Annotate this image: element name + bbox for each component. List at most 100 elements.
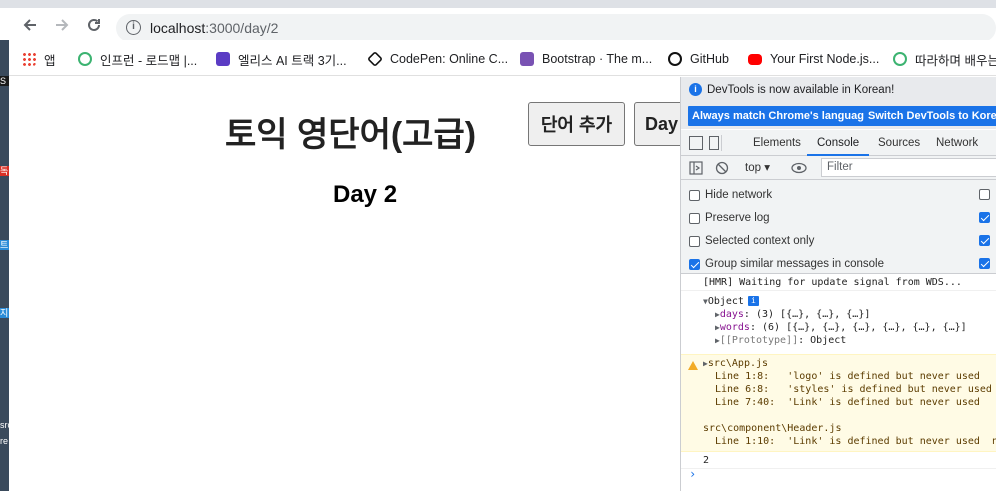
console-setting-row[interactable]: Preserve log bbox=[689, 210, 770, 226]
setting-label: Group similar messages in console bbox=[705, 258, 884, 270]
setting-checkbox[interactable] bbox=[689, 189, 700, 201]
prototype-property[interactable]: ▶[[Prototype]]: Object bbox=[715, 335, 846, 346]
console-setting-row[interactable]: Selected context only bbox=[689, 233, 814, 249]
desktop-edge: S 독트지 src re bbox=[0, 40, 9, 491]
words-property[interactable]: ▶words: (6) [{…}, {…}, {…}, {…}, {…}, {…… bbox=[715, 322, 967, 333]
setting-label: Hide network bbox=[705, 189, 773, 201]
desktop-icon-label: src bbox=[0, 420, 9, 430]
words-value: (6) [{…}, {…}, {…}, {…}, {…}, {…}] bbox=[755, 322, 967, 333]
setting-label: Preserve log bbox=[705, 212, 770, 224]
add-day-button[interactable]: Day bbox=[634, 102, 680, 146]
bookmark-item[interactable]: Your First Node.js... bbox=[748, 50, 879, 68]
tab-elements[interactable]: Elements bbox=[743, 130, 811, 156]
console-setting-row[interactable]: Hide network bbox=[689, 187, 772, 203]
days-key: days bbox=[719, 309, 744, 320]
match-language-button[interactable]: Always match Chrome's language bbox=[688, 106, 875, 126]
bookmark-label: CodePen: Online C... bbox=[390, 52, 509, 66]
web-page: 토익 영단어(고급) 단어 추가 Day Day 2 bbox=[9, 77, 680, 491]
reload-icon[interactable] bbox=[82, 16, 106, 38]
bookmark-label: GitHub bbox=[690, 52, 729, 66]
warning-line: Line 1:10: 'Link' is defined but never u… bbox=[715, 436, 996, 447]
codepen-icon bbox=[367, 51, 383, 67]
language-message-text: DevTools is now available in Korean! bbox=[707, 83, 895, 96]
bookmark-label: 따라하며 배우는 bbox=[915, 53, 996, 68]
setting-label: Selected context only bbox=[705, 235, 815, 247]
desktop-icon-label: 독 bbox=[0, 166, 9, 176]
days-value: (3) [{…}, {…}, {…}] bbox=[749, 309, 871, 320]
live-expression-eye-icon[interactable] bbox=[791, 162, 807, 174]
bookmark-label: Bootstrap · The m... bbox=[542, 52, 653, 66]
eslint-warning: ▶src\App.js Line 1:8: 'logo' is defined … bbox=[681, 354, 996, 452]
setting-checkbox[interactable] bbox=[979, 235, 990, 246]
url-path: :3000/day/2 bbox=[205, 20, 279, 36]
bookmark-label: 엘리스 AI 트랙 3기... bbox=[238, 53, 347, 68]
console-filter-input[interactable]: Filter bbox=[821, 158, 996, 177]
apps-grid-icon bbox=[22, 52, 36, 66]
devtools-panel: i DevTools is now available in Korean! A… bbox=[680, 77, 996, 491]
switch-language-button[interactable]: Switch DevTools to Korean bbox=[864, 106, 996, 126]
bootstrap-icon bbox=[520, 52, 534, 66]
console-setting-row[interactable]: Group similar messages in console bbox=[689, 256, 884, 272]
words-key: words bbox=[719, 322, 750, 333]
browser-toolbar: i localhost:3000/day/2 bbox=[0, 0, 996, 42]
warning-file-app[interactable]: ▶src\App.js bbox=[703, 358, 768, 369]
sidebar-toggle-icon[interactable] bbox=[689, 161, 703, 175]
console-output-value: 2 bbox=[703, 455, 710, 466]
setting-checkbox[interactable] bbox=[689, 212, 700, 224]
url-text[interactable]: localhost:3000/day/2 bbox=[150, 20, 278, 36]
desktop-icon-label: re bbox=[0, 436, 9, 446]
clear-console-icon[interactable] bbox=[715, 161, 729, 175]
object-label: Object bbox=[707, 296, 744, 307]
tab-sources[interactable]: Sources bbox=[868, 130, 930, 156]
days-property[interactable]: ▶days: (3) [{…}, {…}, {…}] bbox=[715, 309, 870, 320]
back-arrow-icon[interactable] bbox=[18, 16, 42, 38]
setting-checkbox[interactable] bbox=[979, 258, 990, 269]
log-divider bbox=[681, 468, 996, 469]
context-label: top bbox=[745, 162, 761, 174]
bookmark-label: 앱 bbox=[44, 53, 56, 68]
youtube-icon bbox=[748, 53, 762, 65]
day-heading: Day 2 bbox=[333, 181, 398, 208]
add-word-button[interactable]: 단어 추가 bbox=[528, 102, 625, 146]
page-title: 토익 영단어(고급) bbox=[225, 116, 477, 154]
setting-checkbox[interactable] bbox=[979, 212, 990, 223]
setting-checkbox[interactable] bbox=[689, 235, 700, 247]
bookmark-item[interactable]: GitHub bbox=[668, 50, 729, 68]
inflearn-icon bbox=[893, 52, 907, 66]
hmr-log: [HMR] Waiting for update signal from WDS… bbox=[703, 277, 962, 288]
object-log[interactable]: ▼Object i bbox=[703, 296, 759, 307]
forward-arrow-icon[interactable] bbox=[50, 16, 74, 38]
desktop-icon-label: 지 bbox=[0, 308, 9, 318]
setting-checkbox[interactable] bbox=[979, 189, 990, 200]
site-info-icon[interactable]: i bbox=[126, 20, 141, 35]
warning-line: Line 1:8: 'logo' is defined but never us… bbox=[715, 371, 980, 382]
tab-console[interactable]: Console bbox=[807, 130, 870, 156]
bookmark-item[interactable]: CodePen: Online C... bbox=[367, 50, 509, 68]
inflearn-icon bbox=[78, 52, 92, 66]
url-host: localhost bbox=[150, 20, 206, 36]
bookmark-item[interactable]: 따라하며 배우는 bbox=[893, 50, 996, 68]
warning-icon bbox=[688, 361, 698, 370]
console-prompt-icon[interactable]: › bbox=[689, 467, 696, 481]
github-icon bbox=[668, 52, 682, 66]
bookmark-label: 인프런 - 로드맵 |... bbox=[100, 53, 198, 68]
address-bar[interactable]: i localhost:3000/day/2 bbox=[116, 14, 996, 42]
bookmark-item[interactable]: 인프런 - 로드맵 |... bbox=[78, 50, 197, 68]
context-selector[interactable]: top ▾ bbox=[745, 160, 770, 174]
elice-icon bbox=[216, 52, 230, 66]
console-output: [HMR] Waiting for update signal from WDS… bbox=[681, 274, 996, 491]
device-toolbar-icon[interactable] bbox=[709, 136, 719, 150]
setting-checkbox[interactable] bbox=[689, 258, 700, 270]
bookmarks-bar: 앱 인프런 - 로드맵 |... 엘리스 AI 트랙 3기... CodePen: O… bbox=[0, 40, 996, 76]
desktop-icon-label: 트 bbox=[0, 240, 9, 250]
warning-line: Line 6:8: 'styles' is defined but never … bbox=[715, 384, 992, 395]
inspect-element-icon[interactable] bbox=[689, 136, 703, 150]
warning-file-header: src\component\Header.js bbox=[703, 423, 842, 434]
bookmark-item[interactable]: Bootstrap · The m... bbox=[520, 50, 652, 68]
console-toolbar: top ▾ Filter bbox=[681, 156, 996, 180]
language-message: i DevTools is now available in Korean! bbox=[689, 83, 894, 96]
bookmark-item[interactable]: 엘리스 AI 트랙 3기... bbox=[216, 50, 347, 68]
bookmark-item[interactable]: 앱 bbox=[22, 50, 56, 68]
desktop-icon-label: S bbox=[0, 76, 9, 86]
tab-network[interactable]: Network bbox=[926, 130, 988, 156]
